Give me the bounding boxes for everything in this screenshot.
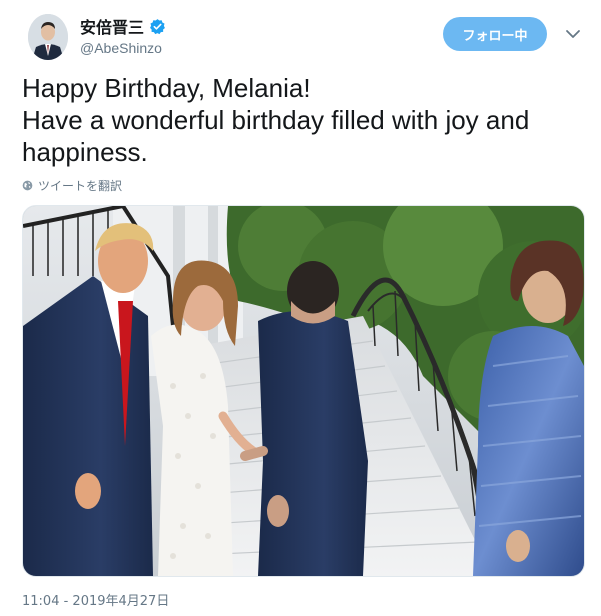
user-name-row: 安倍晋三 xyxy=(80,14,166,38)
chevron-down-icon[interactable] xyxy=(564,27,582,41)
verified-badge-icon xyxy=(150,18,165,34)
translate-label: ツイートを翻訳 xyxy=(38,179,123,193)
photo-image xyxy=(23,206,584,576)
avatar[interactable] xyxy=(28,14,68,60)
user-handle[interactable]: @AbeShinzo xyxy=(80,40,162,56)
translate-tweet-link[interactable]: ツイートを翻訳 xyxy=(22,177,122,194)
tweet-text-line: happiness. xyxy=(22,137,148,167)
globe-icon xyxy=(22,180,33,191)
following-button[interactable]: フォロー中 xyxy=(443,17,547,51)
avatar-photo-icon xyxy=(28,14,68,60)
tweet-photo[interactable] xyxy=(22,205,585,577)
display-name[interactable]: 安倍晋三 xyxy=(80,14,144,38)
tweet-text-line: Happy Birthday, Melania! xyxy=(22,73,311,103)
tweet-timestamp[interactable]: 11:04 - 2019年4月27日 xyxy=(22,590,169,609)
tweet-text: Happy Birthday, Melania! Have a wonderfu… xyxy=(22,72,582,168)
tweet-text-line: Have a wonderful birthday filled with jo… xyxy=(22,105,530,135)
